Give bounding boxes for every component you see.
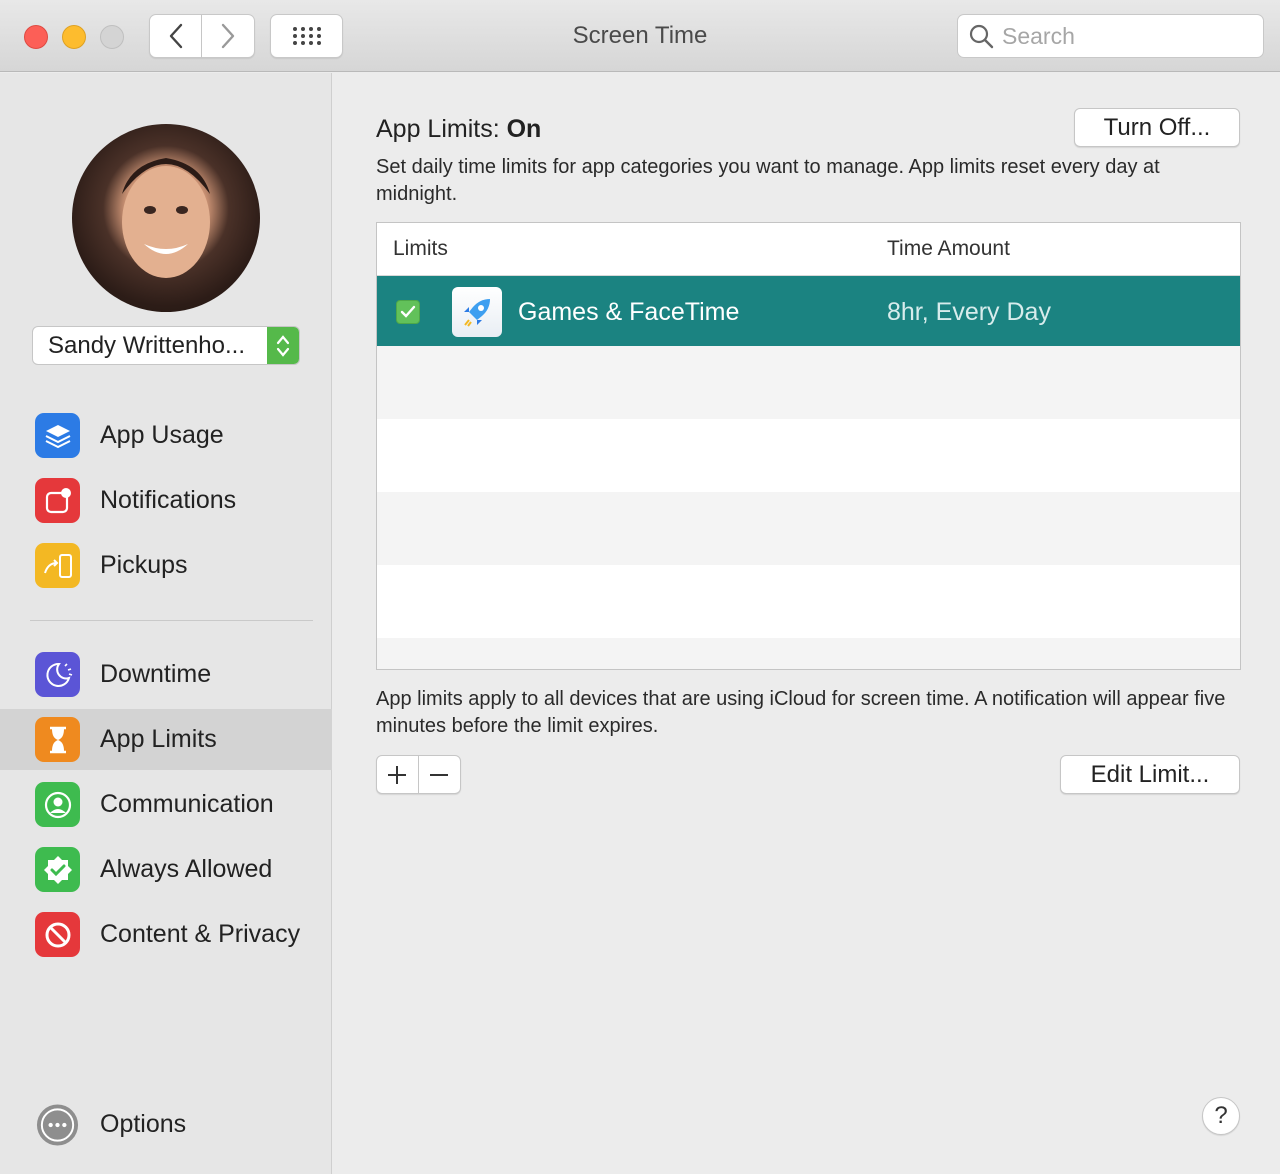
options-label: Options	[100, 1110, 187, 1138]
add-remove-control	[376, 755, 461, 794]
sidebar-item-content-privacy[interactable]: Content & Privacy	[0, 904, 332, 965]
limit-name: Games & FaceTime	[518, 298, 740, 326]
rocket-icon	[452, 287, 502, 337]
sidebar-item-label: Notifications	[100, 486, 237, 514]
limit-checkbox[interactable]	[396, 300, 420, 324]
options-button[interactable]: Options	[0, 1094, 332, 1155]
limit-time: 8hr, Every Day	[887, 298, 1051, 326]
add-limit-button[interactable]	[377, 756, 419, 793]
heading-prefix: App Limits:	[376, 115, 507, 143]
empty-row	[377, 492, 1240, 565]
title-bar: Screen Time	[0, 0, 1280, 72]
sidebar-item-app-limits[interactable]: App Limits	[0, 709, 332, 770]
description: Set daily time limits for app categories…	[376, 156, 1160, 205]
user-name: Sandy Writtenho...	[48, 331, 245, 359]
app-limits-state: On	[506, 115, 542, 143]
plus-icon	[388, 765, 407, 784]
hourglass-icon	[35, 717, 80, 762]
checkmark-badge-icon	[35, 847, 80, 892]
empty-row	[377, 565, 1240, 638]
sidebar-item-notifications[interactable]: Notifications	[0, 470, 332, 531]
sidebar-item-downtime[interactable]: Downtime	[0, 644, 332, 705]
empty-row	[377, 419, 1240, 492]
main-panel: App Limits: On Turn Off... Set daily tim…	[333, 73, 1280, 1174]
empty-row	[377, 346, 1240, 419]
notification-badge-icon	[35, 478, 80, 523]
limits-table: Limits Time Amount Games & FaceTime 8hr,…	[376, 222, 1241, 670]
block-icon	[35, 912, 80, 957]
sidebar-divider	[30, 620, 313, 621]
person-icon	[35, 782, 80, 827]
sidebar-item-label: Downtime	[100, 660, 212, 688]
sidebar-item-label: Content & Privacy	[100, 920, 301, 948]
sidebar-item-label: Always Allowed	[100, 855, 273, 883]
sidebar-item-label: Pickups	[100, 551, 188, 579]
help-button[interactable]: ?	[1202, 1097, 1240, 1135]
sidebar-item-communication[interactable]: Communication	[0, 774, 332, 835]
edit-limit-button[interactable]: Edit Limit...	[1060, 755, 1240, 794]
column-header-time-amount[interactable]: Time Amount	[887, 237, 1010, 261]
footnote: App limits apply to all devices that are…	[376, 688, 1226, 737]
sidebar: Sandy Writtenho... App Usage Notificatio…	[0, 73, 332, 1174]
sidebar-item-label: App Usage	[100, 421, 224, 449]
layers-icon	[35, 413, 80, 458]
pickup-phone-icon	[35, 543, 80, 588]
table-header: Limits Time Amount	[377, 223, 1240, 276]
sidebar-item-pickups[interactable]: Pickups	[0, 535, 332, 596]
checkmark-icon	[400, 305, 416, 318]
page-title: App Limits: On	[376, 115, 541, 144]
sidebar-item-app-usage[interactable]: App Usage	[0, 405, 332, 466]
sidebar-item-always-allowed[interactable]: Always Allowed	[0, 839, 332, 900]
column-header-limits[interactable]: Limits	[393, 237, 448, 261]
up-down-stepper-icon	[267, 327, 299, 364]
search-field[interactable]	[957, 14, 1264, 58]
empty-row	[377, 638, 1240, 669]
minus-icon	[430, 773, 449, 776]
remove-limit-button[interactable]	[419, 756, 461, 793]
sidebar-item-label: App Limits	[100, 725, 217, 753]
table-row[interactable]: Games & FaceTime 8hr, Every Day	[377, 276, 1240, 346]
search-input[interactable]	[1002, 22, 1242, 50]
downtime-moon-icon	[35, 652, 80, 697]
turn-off-button[interactable]: Turn Off...	[1074, 108, 1240, 147]
more-icon	[35, 1102, 80, 1147]
user-avatar	[72, 124, 260, 312]
user-select[interactable]: Sandy Writtenho...	[32, 326, 300, 365]
sidebar-item-label: Communication	[100, 790, 274, 818]
search-icon	[969, 24, 994, 49]
